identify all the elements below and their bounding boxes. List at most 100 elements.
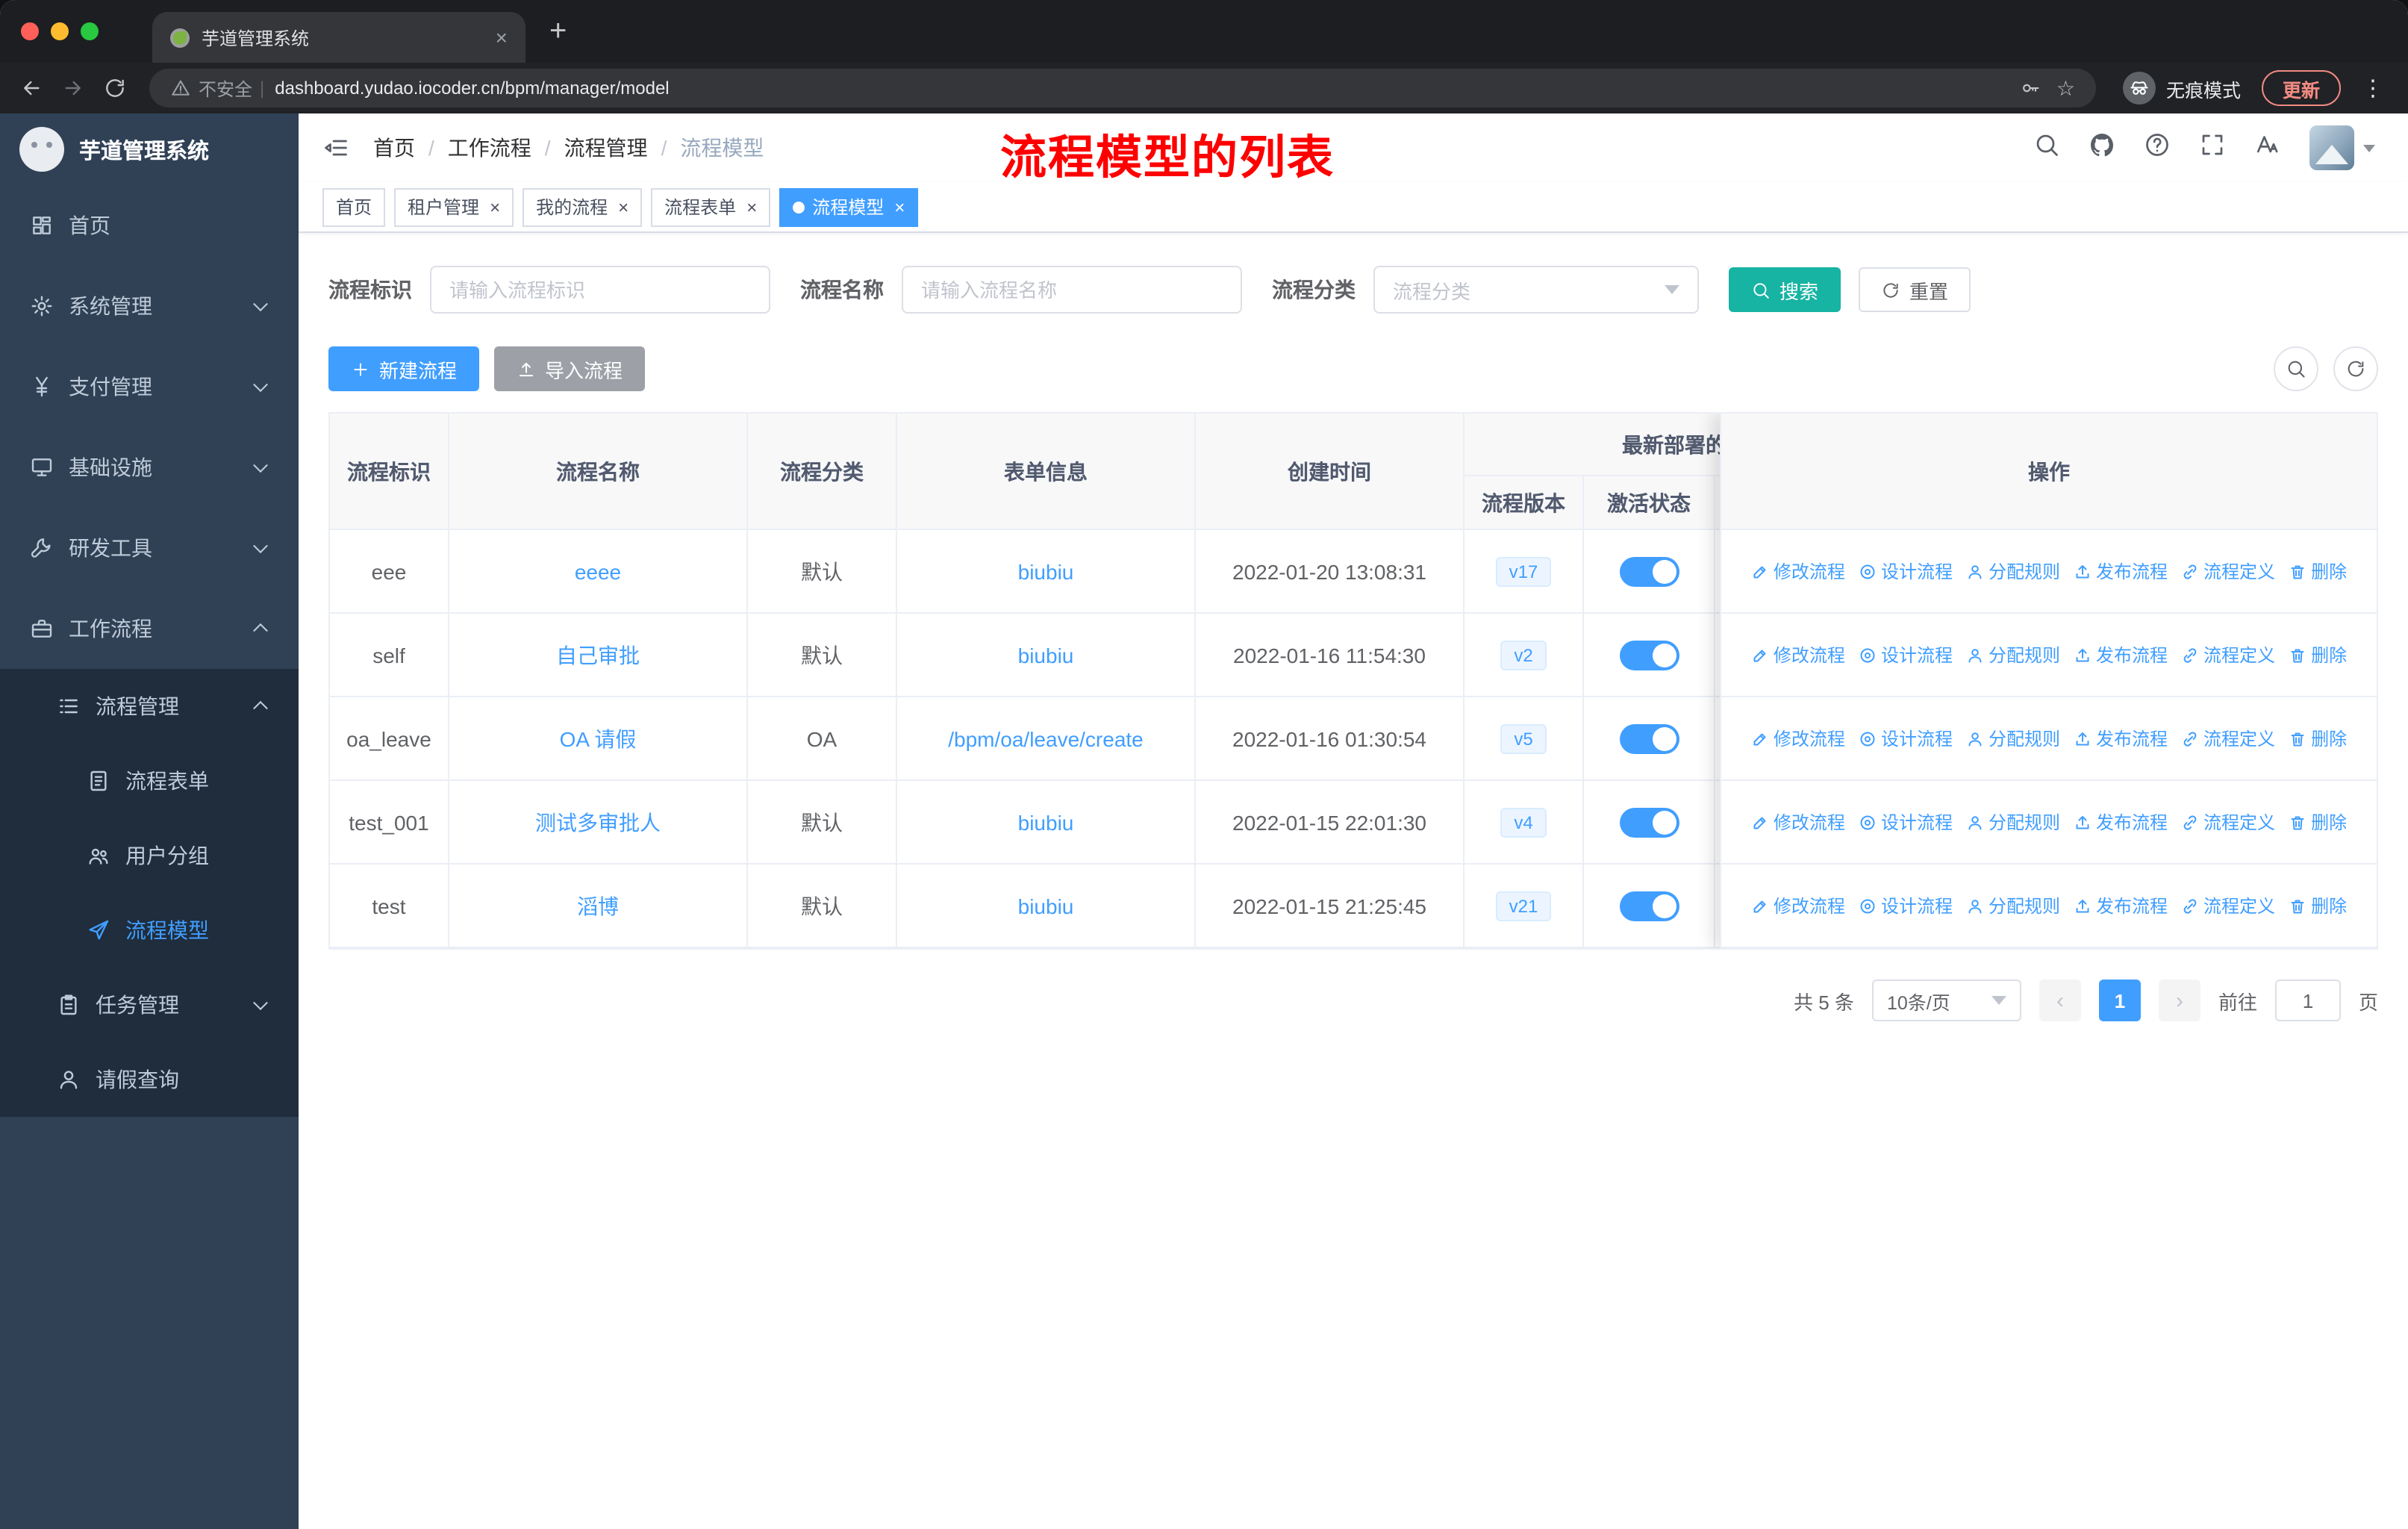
toggle-search-button[interactable]: [2274, 346, 2318, 391]
sidebar-item-task-manage[interactable]: 任务管理: [0, 968, 299, 1042]
form-info-link[interactable]: biubiu: [1018, 894, 1074, 918]
action-publish-link[interactable]: 发布流程: [2074, 558, 2168, 584]
action-definition-link[interactable]: 流程定义: [2181, 726, 2275, 751]
action-delete-link[interactable]: 删除: [2289, 558, 2347, 584]
action-edit-link[interactable]: 修改流程: [1751, 642, 1845, 667]
fullscreen-icon[interactable]: [2199, 131, 2226, 165]
category-select[interactable]: 流程分类: [1373, 266, 1699, 314]
sidebar-item-user-group[interactable]: 用户分组: [0, 818, 299, 893]
browser-tab[interactable]: 芋道管理系统 ×: [152, 12, 525, 63]
active-status-toggle[interactable]: [1619, 640, 1679, 670]
password-key-icon[interactable]: [2021, 78, 2042, 99]
tag-process-model[interactable]: 流程模型 ×: [779, 187, 919, 226]
sidebar-item-process-model[interactable]: 流程模型: [0, 893, 299, 968]
window-zoom-button[interactable]: [81, 22, 99, 40]
goto-page-input[interactable]: [2274, 980, 2341, 1021]
action-publish-link[interactable]: 发布流程: [2074, 893, 2168, 918]
sidebar-fold-icon[interactable]: [299, 134, 364, 161]
bookmark-star-icon[interactable]: ☆: [2056, 78, 2075, 99]
action-delete-link[interactable]: 删除: [2289, 726, 2347, 751]
sidebar-item-system[interactable]: 系统管理: [0, 266, 299, 346]
action-design-link[interactable]: 设计流程: [1859, 726, 1953, 751]
back-button[interactable]: [12, 69, 51, 108]
sidebar-item-process-form[interactable]: 流程表单: [0, 744, 299, 818]
sidebar-item-infra[interactable]: 基础设施: [0, 427, 299, 508]
tag-my-process[interactable]: 我的流程 ×: [523, 187, 643, 226]
page-size-select[interactable]: 10条/页: [1871, 980, 2021, 1021]
form-info-link[interactable]: biubiu: [1018, 810, 1074, 834]
github-icon[interactable]: [2089, 131, 2115, 165]
sidebar-item-payment[interactable]: 支付管理: [0, 346, 299, 427]
tag-close-icon[interactable]: ×: [490, 198, 500, 216]
action-assign-link[interactable]: 分配规则: [1966, 558, 2060, 584]
browser-update-button[interactable]: 更新: [2261, 70, 2341, 106]
new-tab-button[interactable]: +: [549, 16, 567, 46]
security-indicator[interactable]: 不安全 |: [170, 75, 264, 101]
process-id-input[interactable]: [430, 266, 770, 314]
form-info-link[interactable]: /bpm/oa/leave/create: [948, 726, 1144, 750]
action-delete-link[interactable]: 删除: [2289, 809, 2347, 835]
action-publish-link[interactable]: 发布流程: [2074, 809, 2168, 835]
sidebar-item-leave-query[interactable]: 请假查询: [0, 1042, 299, 1117]
action-assign-link[interactable]: 分配规则: [1966, 642, 2060, 667]
action-definition-link[interactable]: 流程定义: [2181, 893, 2275, 918]
tag-close-icon[interactable]: ×: [618, 198, 628, 216]
reset-button[interactable]: 重置: [1859, 267, 1971, 312]
action-delete-link[interactable]: 删除: [2289, 642, 2347, 667]
process-name-link[interactable]: eeee: [575, 559, 621, 583]
action-delete-link[interactable]: 删除: [2289, 893, 2347, 918]
header-search-icon[interactable]: [2033, 131, 2060, 165]
tag-home[interactable]: 首页: [322, 187, 386, 226]
action-edit-link[interactable]: 修改流程: [1751, 893, 1845, 918]
action-assign-link[interactable]: 分配规则: [1966, 726, 2060, 751]
action-design-link[interactable]: 设计流程: [1859, 642, 1953, 667]
action-definition-link[interactable]: 流程定义: [2181, 558, 2275, 584]
process-name-link[interactable]: OA 请假: [560, 726, 637, 750]
action-edit-link[interactable]: 修改流程: [1751, 809, 1845, 835]
action-publish-link[interactable]: 发布流程: [2074, 726, 2168, 751]
window-close-button[interactable]: [21, 22, 39, 40]
sidebar-item-workflow[interactable]: 工作流程: [0, 588, 299, 669]
help-icon[interactable]: [2144, 131, 2171, 165]
action-definition-link[interactable]: 流程定义: [2181, 642, 2275, 667]
action-design-link[interactable]: 设计流程: [1859, 558, 1953, 584]
next-page-button[interactable]: ›: [2158, 980, 2200, 1021]
forward-button[interactable]: [54, 69, 93, 108]
process-name-link[interactable]: 测试多审批人: [535, 810, 661, 834]
sidebar-item-home[interactable]: 首页: [0, 185, 299, 266]
tag-close-icon[interactable]: ×: [746, 198, 757, 216]
tag-tenant-manage[interactable]: 租户管理 ×: [394, 187, 514, 226]
breadcrumb-item[interactable]: 工作流程: [448, 133, 531, 163]
window-minimize-button[interactable]: [51, 22, 69, 40]
user-avatar-menu[interactable]: [2309, 125, 2375, 170]
create-process-button[interactable]: 新建流程: [328, 346, 480, 391]
active-status-toggle[interactable]: [1619, 556, 1679, 586]
sidebar-item-devtools[interactable]: 研发工具: [0, 508, 299, 588]
active-status-toggle[interactable]: [1619, 891, 1679, 921]
process-name-link[interactable]: 自己审批: [556, 643, 640, 667]
reload-button[interactable]: [96, 69, 134, 108]
breadcrumb-item[interactable]: 首页: [373, 133, 415, 163]
process-name-input[interactable]: [902, 266, 1242, 314]
action-assign-link[interactable]: 分配规则: [1966, 893, 2060, 918]
app-logo[interactable]: 芋道管理系统: [0, 113, 299, 185]
action-assign-link[interactable]: 分配规则: [1966, 809, 2060, 835]
action-definition-link[interactable]: 流程定义: [2181, 809, 2275, 835]
sidebar-item-process-manage[interactable]: 流程管理: [0, 669, 299, 744]
form-info-link[interactable]: biubiu: [1018, 559, 1074, 583]
active-status-toggle[interactable]: [1619, 723, 1679, 753]
action-design-link[interactable]: 设计流程: [1859, 893, 1953, 918]
action-edit-link[interactable]: 修改流程: [1751, 726, 1845, 751]
font-size-icon[interactable]: [2254, 131, 2281, 165]
active-status-toggle[interactable]: [1619, 807, 1679, 837]
search-button[interactable]: 搜索: [1729, 267, 1841, 312]
import-process-button[interactable]: 导入流程: [494, 346, 646, 391]
form-info-link[interactable]: biubiu: [1018, 643, 1074, 667]
breadcrumb-item[interactable]: 流程管理: [564, 133, 648, 163]
browser-menu-icon[interactable]: ⋮: [2350, 75, 2396, 102]
page-1-button[interactable]: 1: [2098, 980, 2141, 1021]
incognito-badge[interactable]: 无痕模式: [2111, 72, 2253, 105]
address-bar[interactable]: 不安全 | dashboard.yudao.iocoder.cn/bpm/man…: [149, 69, 2096, 108]
tag-close-icon[interactable]: ×: [894, 198, 905, 216]
action-design-link[interactable]: 设计流程: [1859, 809, 1953, 835]
